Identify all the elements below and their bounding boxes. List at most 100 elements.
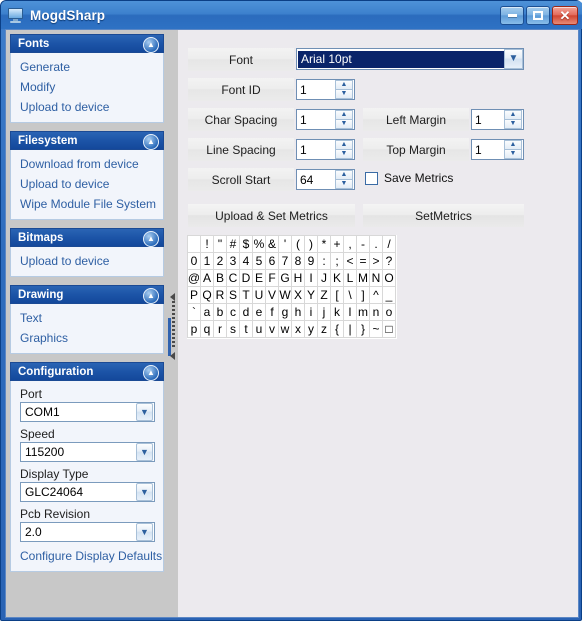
charmap-cell[interactable]: \: [343, 286, 357, 304]
charmap-cell[interactable]: M: [356, 269, 370, 287]
sidebar-splitter[interactable]: [168, 30, 178, 617]
charmap-cell[interactable]: 3: [226, 252, 240, 270]
chevron-up-icon[interactable]: ▲: [143, 134, 159, 150]
charmap-cell[interactable]: =: [356, 252, 370, 270]
charmap-cell[interactable]: v: [265, 320, 279, 338]
charmap-cell[interactable]: O: [382, 269, 396, 287]
charmap-cell[interactable]: Z: [317, 286, 331, 304]
font-id-stepper[interactable]: 1 ▲ ▼: [296, 79, 355, 100]
charmap-cell[interactable]: j: [317, 303, 331, 321]
charmap-cell[interactable]: k: [330, 303, 344, 321]
charmap-cell[interactable]: f: [265, 303, 279, 321]
charmap-cell[interactable]: s: [226, 320, 240, 338]
chevron-down-icon[interactable]: ▼: [136, 483, 153, 501]
configure-display-defaults-link[interactable]: Configure Display Defaults: [11, 545, 163, 566]
spinner-buttons[interactable]: ▲ ▼: [335, 170, 353, 189]
nav-group-header-filesystem[interactable]: Filesystem ▲: [10, 131, 164, 150]
charmap-cell[interactable]: |: [343, 320, 357, 338]
upload-and-set-metrics-button[interactable]: Upload & Set Metrics: [188, 204, 355, 227]
spinner-buttons[interactable]: ▲ ▼: [335, 110, 353, 129]
charmap-cell[interactable]: p: [187, 320, 201, 338]
chevron-up-icon[interactable]: ▲: [143, 288, 159, 304]
charmap-cell[interactable]: K: [330, 269, 344, 287]
font-select[interactable]: Arial 10pt ▼: [296, 48, 524, 70]
spinner-buttons[interactable]: ▲ ▼: [504, 140, 522, 159]
close-button[interactable]: ✕: [552, 5, 578, 25]
spinner-up-icon[interactable]: ▲: [335, 80, 353, 90]
charmap-cell[interactable]: g: [278, 303, 292, 321]
charmap-cell[interactable]: G: [278, 269, 292, 287]
charmap-cell[interactable]: u: [252, 320, 266, 338]
charmap-cell[interactable]: N: [369, 269, 383, 287]
charmap-cell[interactable]: ": [213, 235, 227, 253]
spinner-down-icon[interactable]: ▼: [335, 89, 353, 99]
spinner-buttons[interactable]: ▲ ▼: [335, 140, 353, 159]
charmap-cell[interactable]: [187, 235, 201, 253]
charmap-cell[interactable]: [: [330, 286, 344, 304]
charmap-cell[interactable]: 6: [265, 252, 279, 270]
charmap-cell[interactable]: X: [291, 286, 305, 304]
charmap-cell[interactable]: %: [252, 235, 266, 253]
spinner-up-icon[interactable]: ▲: [335, 110, 353, 120]
minimize-button[interactable]: [500, 5, 524, 25]
charmap-cell[interactable]: y: [304, 320, 318, 338]
line-spacing-stepper[interactable]: 1 ▲ ▼: [296, 139, 355, 160]
charmap-cell[interactable]: 4: [239, 252, 253, 270]
charmap-cell[interactable]: T: [239, 286, 253, 304]
port-select[interactable]: COM1 ▼: [20, 402, 155, 422]
sidebar-item-modify[interactable]: Modify: [11, 77, 163, 97]
charmap-cell[interactable]: b: [213, 303, 227, 321]
charmap-cell[interactable]: <: [343, 252, 357, 270]
charmap-cell[interactable]: 9: [304, 252, 318, 270]
charmap-cell[interactable]: B: [213, 269, 227, 287]
charmap-cell[interactable]: +: [330, 235, 344, 253]
pcb-revision-select[interactable]: 2.0 ▼: [20, 522, 155, 542]
sidebar-item-generate[interactable]: Generate: [11, 57, 163, 77]
charmap-cell[interactable]: w: [278, 320, 292, 338]
charmap-cell[interactable]: i: [304, 303, 318, 321]
charmap-cell[interactable]: 0: [187, 252, 201, 270]
charmap-cell[interactable]: /: [382, 235, 396, 253]
charmap-cell[interactable]: Q: [200, 286, 214, 304]
chevron-down-icon[interactable]: ▼: [136, 443, 153, 461]
sidebar-item-download-from-device[interactable]: Download from device: [11, 154, 163, 174]
charmap-cell[interactable]: S: [226, 286, 240, 304]
charmap-cell[interactable]: :: [317, 252, 331, 270]
spinner-down-icon[interactable]: ▼: [335, 179, 353, 189]
charmap-cell[interactable]: @: [187, 269, 201, 287]
charmap-cell[interactable]: `: [187, 303, 201, 321]
nav-group-header-fonts[interactable]: Fonts ▲: [10, 34, 164, 53]
sidebar-item-fonts-upload-to-device[interactable]: Upload to device: [11, 97, 163, 117]
spinner-down-icon[interactable]: ▼: [335, 119, 353, 129]
charmap-cell[interactable]: E: [252, 269, 266, 287]
chevron-up-icon[interactable]: ▲: [143, 231, 159, 247]
spinner-up-icon[interactable]: ▲: [504, 140, 522, 150]
charmap-cell[interactable]: ~: [369, 320, 383, 338]
character-map-preview[interactable]: ! " # $% & '() * +, -./ 0 1 2 3 4 5 6 7 8 9:; < = >? @ A B C D E F G H…: [187, 235, 397, 339]
charmap-cell[interactable]: .: [369, 235, 383, 253]
sidebar-item-graphics[interactable]: Graphics: [11, 328, 163, 348]
charmap-cell[interactable]: L: [343, 269, 357, 287]
charmap-cell[interactable]: &: [265, 235, 279, 253]
charmap-cell[interactable]: -: [356, 235, 370, 253]
chevron-down-icon[interactable]: ▼: [504, 49, 523, 69]
charmap-cell[interactable]: d: [239, 303, 253, 321]
spinner-down-icon[interactable]: ▼: [335, 149, 353, 159]
charmap-cell[interactable]: R: [213, 286, 227, 304]
chevron-down-icon[interactable]: ▼: [136, 523, 153, 541]
charmap-cell[interactable]: U: [252, 286, 266, 304]
charmap-cell[interactable]: ': [278, 235, 292, 253]
char-spacing-stepper[interactable]: 1 ▲ ▼: [296, 109, 355, 130]
left-margin-stepper[interactable]: 1 ▲ ▼: [471, 109, 524, 130]
charmap-cell[interactable]: _: [382, 286, 396, 304]
charmap-cell[interactable]: l: [343, 303, 357, 321]
splitter-arrow-top-icon[interactable]: [170, 293, 175, 301]
speed-select[interactable]: 115200 ▼: [20, 442, 155, 462]
charmap-cell[interactable]: $: [239, 235, 253, 253]
charmap-cell[interactable]: ;: [330, 252, 344, 270]
charmap-cell[interactable]: m: [356, 303, 370, 321]
charmap-cell[interactable]: a: [200, 303, 214, 321]
charmap-cell[interactable]: t: [239, 320, 253, 338]
spinner-up-icon[interactable]: ▲: [504, 110, 522, 120]
charmap-cell[interactable]: !: [200, 235, 214, 253]
